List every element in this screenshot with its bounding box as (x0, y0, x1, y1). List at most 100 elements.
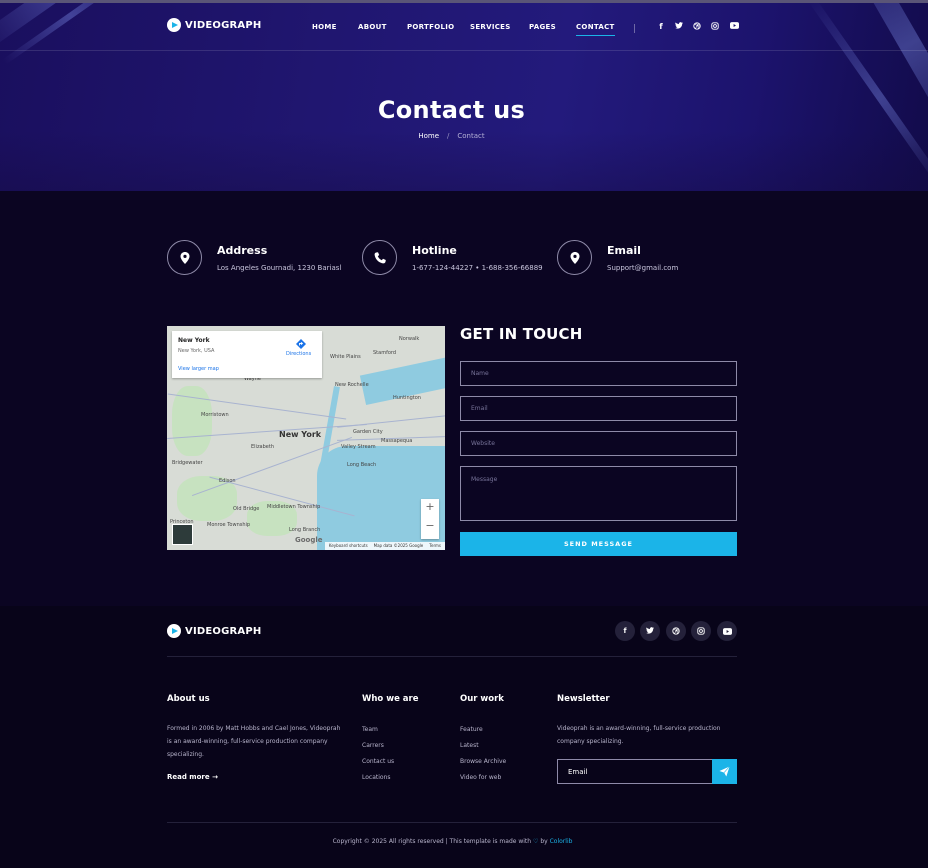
page-title: Contact us (377, 96, 526, 124)
youtube-icon[interactable] (717, 621, 737, 641)
hotline-icon-circle (362, 240, 397, 275)
about-title: About us (167, 694, 210, 704)
map-label: Bridgewater (172, 460, 203, 466)
map-road (337, 415, 445, 428)
form-title: GET IN TOUCH (460, 325, 583, 343)
breadcrumb-separator: / (447, 132, 450, 140)
nav-divider (634, 24, 635, 33)
footer-divider (167, 656, 737, 657)
map-label: Huntington (393, 395, 421, 401)
email-title: Email (607, 244, 641, 257)
twitter-icon[interactable] (640, 621, 660, 641)
footer-bottom-divider (167, 822, 737, 823)
view-larger-map-link[interactable]: View larger map (178, 366, 219, 372)
copyright-by: by (540, 838, 548, 845)
map-satellite-thumbnail[interactable] (172, 524, 193, 545)
footer-link-team[interactable]: Team (362, 726, 378, 733)
arrow-right-icon: → (212, 773, 218, 781)
map-place-card: New York New York, USA View larger map D… (172, 331, 322, 378)
name-input[interactable] (460, 361, 737, 386)
colorlib-link[interactable]: Colorlib (550, 838, 573, 845)
message-textarea[interactable] (460, 466, 737, 521)
email-icon-circle (557, 240, 592, 275)
map-label: Norwalk (399, 336, 420, 342)
address-title: Address (217, 244, 268, 257)
footer-link-locations[interactable]: Locations (362, 774, 391, 781)
map-city-label: New York (279, 430, 322, 439)
map-label: Stamford (373, 350, 397, 356)
zoom-out-button[interactable]: − (421, 519, 439, 532)
play-logo-icon (167, 624, 181, 638)
address-text: Los Angeles Gournadi, 1230 Bariasl (217, 264, 342, 272)
map-label: New Rochelle (335, 382, 369, 388)
twitter-icon[interactable] (674, 22, 684, 31)
read-more-link[interactable]: Read more → (167, 773, 218, 781)
brand-logo[interactable]: VIDEOGRAPH (167, 18, 261, 32)
google-logo: Google (295, 536, 323, 544)
email-input[interactable] (460, 396, 737, 421)
directions-link[interactable]: Directions (286, 351, 311, 357)
map-label: Elizabeth (251, 444, 275, 450)
location-pin-icon (570, 252, 580, 264)
website-input[interactable] (460, 431, 737, 456)
instagram-icon[interactable] (691, 621, 711, 641)
nav-item-pages[interactable]: PAGES (529, 23, 556, 31)
nav-item-portfolio[interactable]: PORTFOLIO (407, 23, 454, 31)
instagram-icon[interactable] (710, 22, 720, 32)
map-label: Long Branch (289, 527, 321, 533)
map-label: Long Beach (347, 462, 377, 468)
map-attribution: Keyboard shortcuts Map data ©2025 Google… (324, 542, 445, 550)
map-place-title: New York (178, 337, 210, 344)
hotline-text: 1-677-124-44227 • 1-688-356-66889 (412, 264, 543, 272)
play-logo-icon (167, 18, 181, 32)
newsletter-email-input[interactable] (557, 759, 713, 784)
youtube-icon[interactable] (729, 22, 739, 31)
footer-link-video-web[interactable]: Video for web (460, 774, 501, 781)
footer-brand-name: VIDEOGRAPH (185, 625, 262, 637)
map-label: Garden City (353, 429, 383, 435)
footer-link-latest[interactable]: Latest (460, 742, 479, 749)
footer-link-contact[interactable]: Contact us (362, 758, 394, 765)
footer-brand-logo[interactable]: VIDEOGRAPH (167, 624, 261, 638)
nav-item-about[interactable]: ABOUT (358, 23, 387, 31)
map-label: Edison (219, 478, 236, 484)
breadcrumb-current: Contact (457, 132, 485, 140)
newsletter-submit-button[interactable] (712, 759, 737, 784)
footer-link-careers[interactable]: Carrers (362, 742, 384, 749)
breadcrumb-home[interactable]: Home (418, 132, 439, 140)
map-label: Monroe Township (207, 522, 251, 528)
brand-name: VIDEOGRAPH (185, 19, 262, 31)
nav-item-services[interactable]: SERVICES (470, 23, 511, 31)
dribbble-icon[interactable] (666, 621, 686, 641)
embedded-map[interactable]: Norwalk White Plains Stamford Wayne New … (167, 326, 445, 550)
zoom-in-button[interactable]: + (421, 500, 439, 513)
page-hero: VIDEOGRAPH HOME ABOUT PORTFOLIO SERVICES PAG… (0, 0, 928, 191)
footer-link-archive[interactable]: Browse Archive (460, 758, 506, 765)
address-icon-circle (167, 240, 202, 275)
nav-item-contact[interactable]: CONTACT (576, 23, 615, 36)
hotline-title: Hotline (412, 244, 457, 257)
dribbble-icon[interactable] (692, 22, 702, 32)
map-label: Morristown (201, 412, 229, 418)
map-zoom-controls: + − (421, 499, 439, 539)
directions-icon[interactable] (296, 339, 306, 349)
copyright-text: Copyright © 2025 All rights reserved | T… (332, 838, 532, 845)
map-label: Old Bridge (233, 506, 260, 512)
map-label: Middletown Township (267, 504, 321, 510)
hero-overlay (0, 131, 928, 191)
breadcrumb: Home / Contact (0, 132, 903, 140)
send-message-button[interactable]: SEND MESSAGE (460, 532, 737, 556)
top-navigation: VIDEOGRAPH HOME ABOUT PORTFOLIO SERVICES PAG… (0, 3, 928, 51)
terms-link[interactable]: Terms (429, 543, 441, 549)
location-pin-icon (180, 252, 190, 264)
copyright: Copyright © 2025 All rights reserved | T… (0, 838, 905, 845)
map-label: Massapequa (381, 438, 413, 444)
facebook-icon[interactable]: f (656, 22, 666, 31)
nav-item-home[interactable]: HOME (312, 23, 337, 31)
work-title: Our work (460, 694, 504, 704)
read-more-label: Read more (167, 773, 210, 781)
phone-icon (374, 252, 386, 264)
footer-link-feature[interactable]: Feature (460, 726, 483, 733)
facebook-icon[interactable]: f (615, 621, 635, 641)
keyboard-shortcuts-link[interactable]: Keyboard shortcuts (329, 543, 368, 549)
